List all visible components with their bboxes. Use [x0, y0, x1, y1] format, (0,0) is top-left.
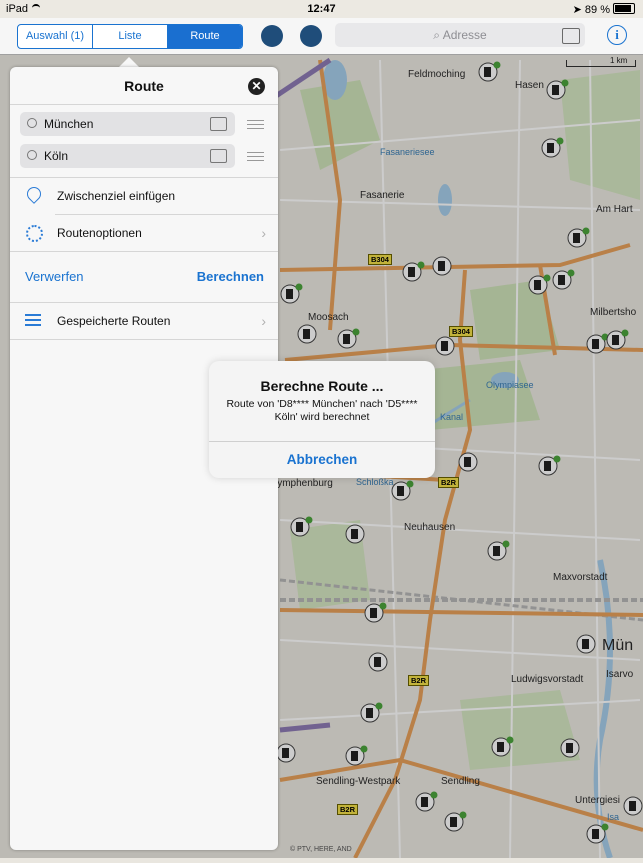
divider: [10, 177, 278, 178]
status-bar: iPad 12:47 ➤ 89 %: [0, 0, 643, 18]
reorder-handle-icon[interactable]: [247, 120, 264, 129]
route-actions: Verwerfen Berechnen: [10, 259, 278, 295]
divider: [10, 251, 278, 252]
destination-field[interactable]: Köln: [20, 144, 235, 168]
segment-auswahl[interactable]: Auswahl (1): [18, 25, 93, 48]
popover-arrow: [119, 57, 139, 67]
reorder-handle-icon[interactable]: [247, 152, 264, 161]
route-options-label: Routenoptionen: [57, 226, 142, 240]
divider: [10, 302, 278, 303]
origin-field[interactable]: München: [20, 112, 235, 136]
gear-icon: [26, 225, 43, 242]
address-search-input[interactable]: ⌕ Adresse: [335, 23, 585, 47]
battery-icon: [613, 3, 635, 14]
panel-title: Route: [124, 78, 164, 94]
cancel-button[interactable]: Abbrechen: [209, 442, 435, 478]
info-icon[interactable]: i: [607, 25, 627, 45]
location-arrow-icon: ➤: [572, 4, 582, 16]
segment-liste[interactable]: Liste: [93, 25, 168, 48]
list-icon: [25, 314, 41, 327]
divider: [10, 104, 278, 105]
saved-routes-label: Gespeicherte Routen: [57, 314, 171, 328]
divider: [55, 214, 278, 215]
bookmarks-icon[interactable]: [210, 117, 227, 131]
discard-button[interactable]: Verwerfen: [25, 269, 84, 284]
bookmarks-icon[interactable]: [210, 149, 227, 163]
status-battery: ➤ 89 %: [573, 3, 635, 16]
pin-icon: [24, 184, 44, 204]
alert-message: Route von 'D8**** München' nach 'D5**** …: [226, 398, 418, 423]
search-icon: [27, 150, 37, 160]
alert-title: Berechne Route ...: [260, 378, 384, 394]
segmented-control[interactable]: Auswahl (1) Liste Route: [17, 24, 243, 49]
segment-route[interactable]: Route: [168, 25, 242, 48]
locate-icon[interactable]: [261, 25, 283, 47]
bookmarks-icon[interactable]: [562, 28, 580, 44]
origin-value: München: [44, 117, 94, 131]
calculate-button[interactable]: Berechnen: [197, 269, 264, 284]
search-icon: [27, 118, 37, 128]
route-options-row[interactable]: Routenoptionen ›: [10, 216, 278, 252]
divider: [10, 339, 278, 340]
status-time: 12:47: [307, 3, 336, 15]
flag-icon[interactable]: [300, 25, 322, 47]
close-icon[interactable]: ✕: [248, 78, 265, 95]
add-waypoint-label: Zwischenziel einfügen: [57, 189, 176, 203]
toolbar: Auswahl (1) Liste Route ⌕ Adresse i: [0, 18, 643, 55]
destination-value: Köln: [44, 149, 69, 163]
chevron-right-icon: ›: [261, 225, 266, 241]
saved-routes-row[interactable]: Gespeicherte Routen ›: [10, 304, 278, 340]
chevron-right-icon: ›: [261, 313, 266, 329]
add-waypoint-row[interactable]: Zwischenziel einfügen: [10, 179, 278, 215]
calculating-route-alert: Berechne Route ... Route von 'D8**** Mün…: [209, 361, 435, 478]
